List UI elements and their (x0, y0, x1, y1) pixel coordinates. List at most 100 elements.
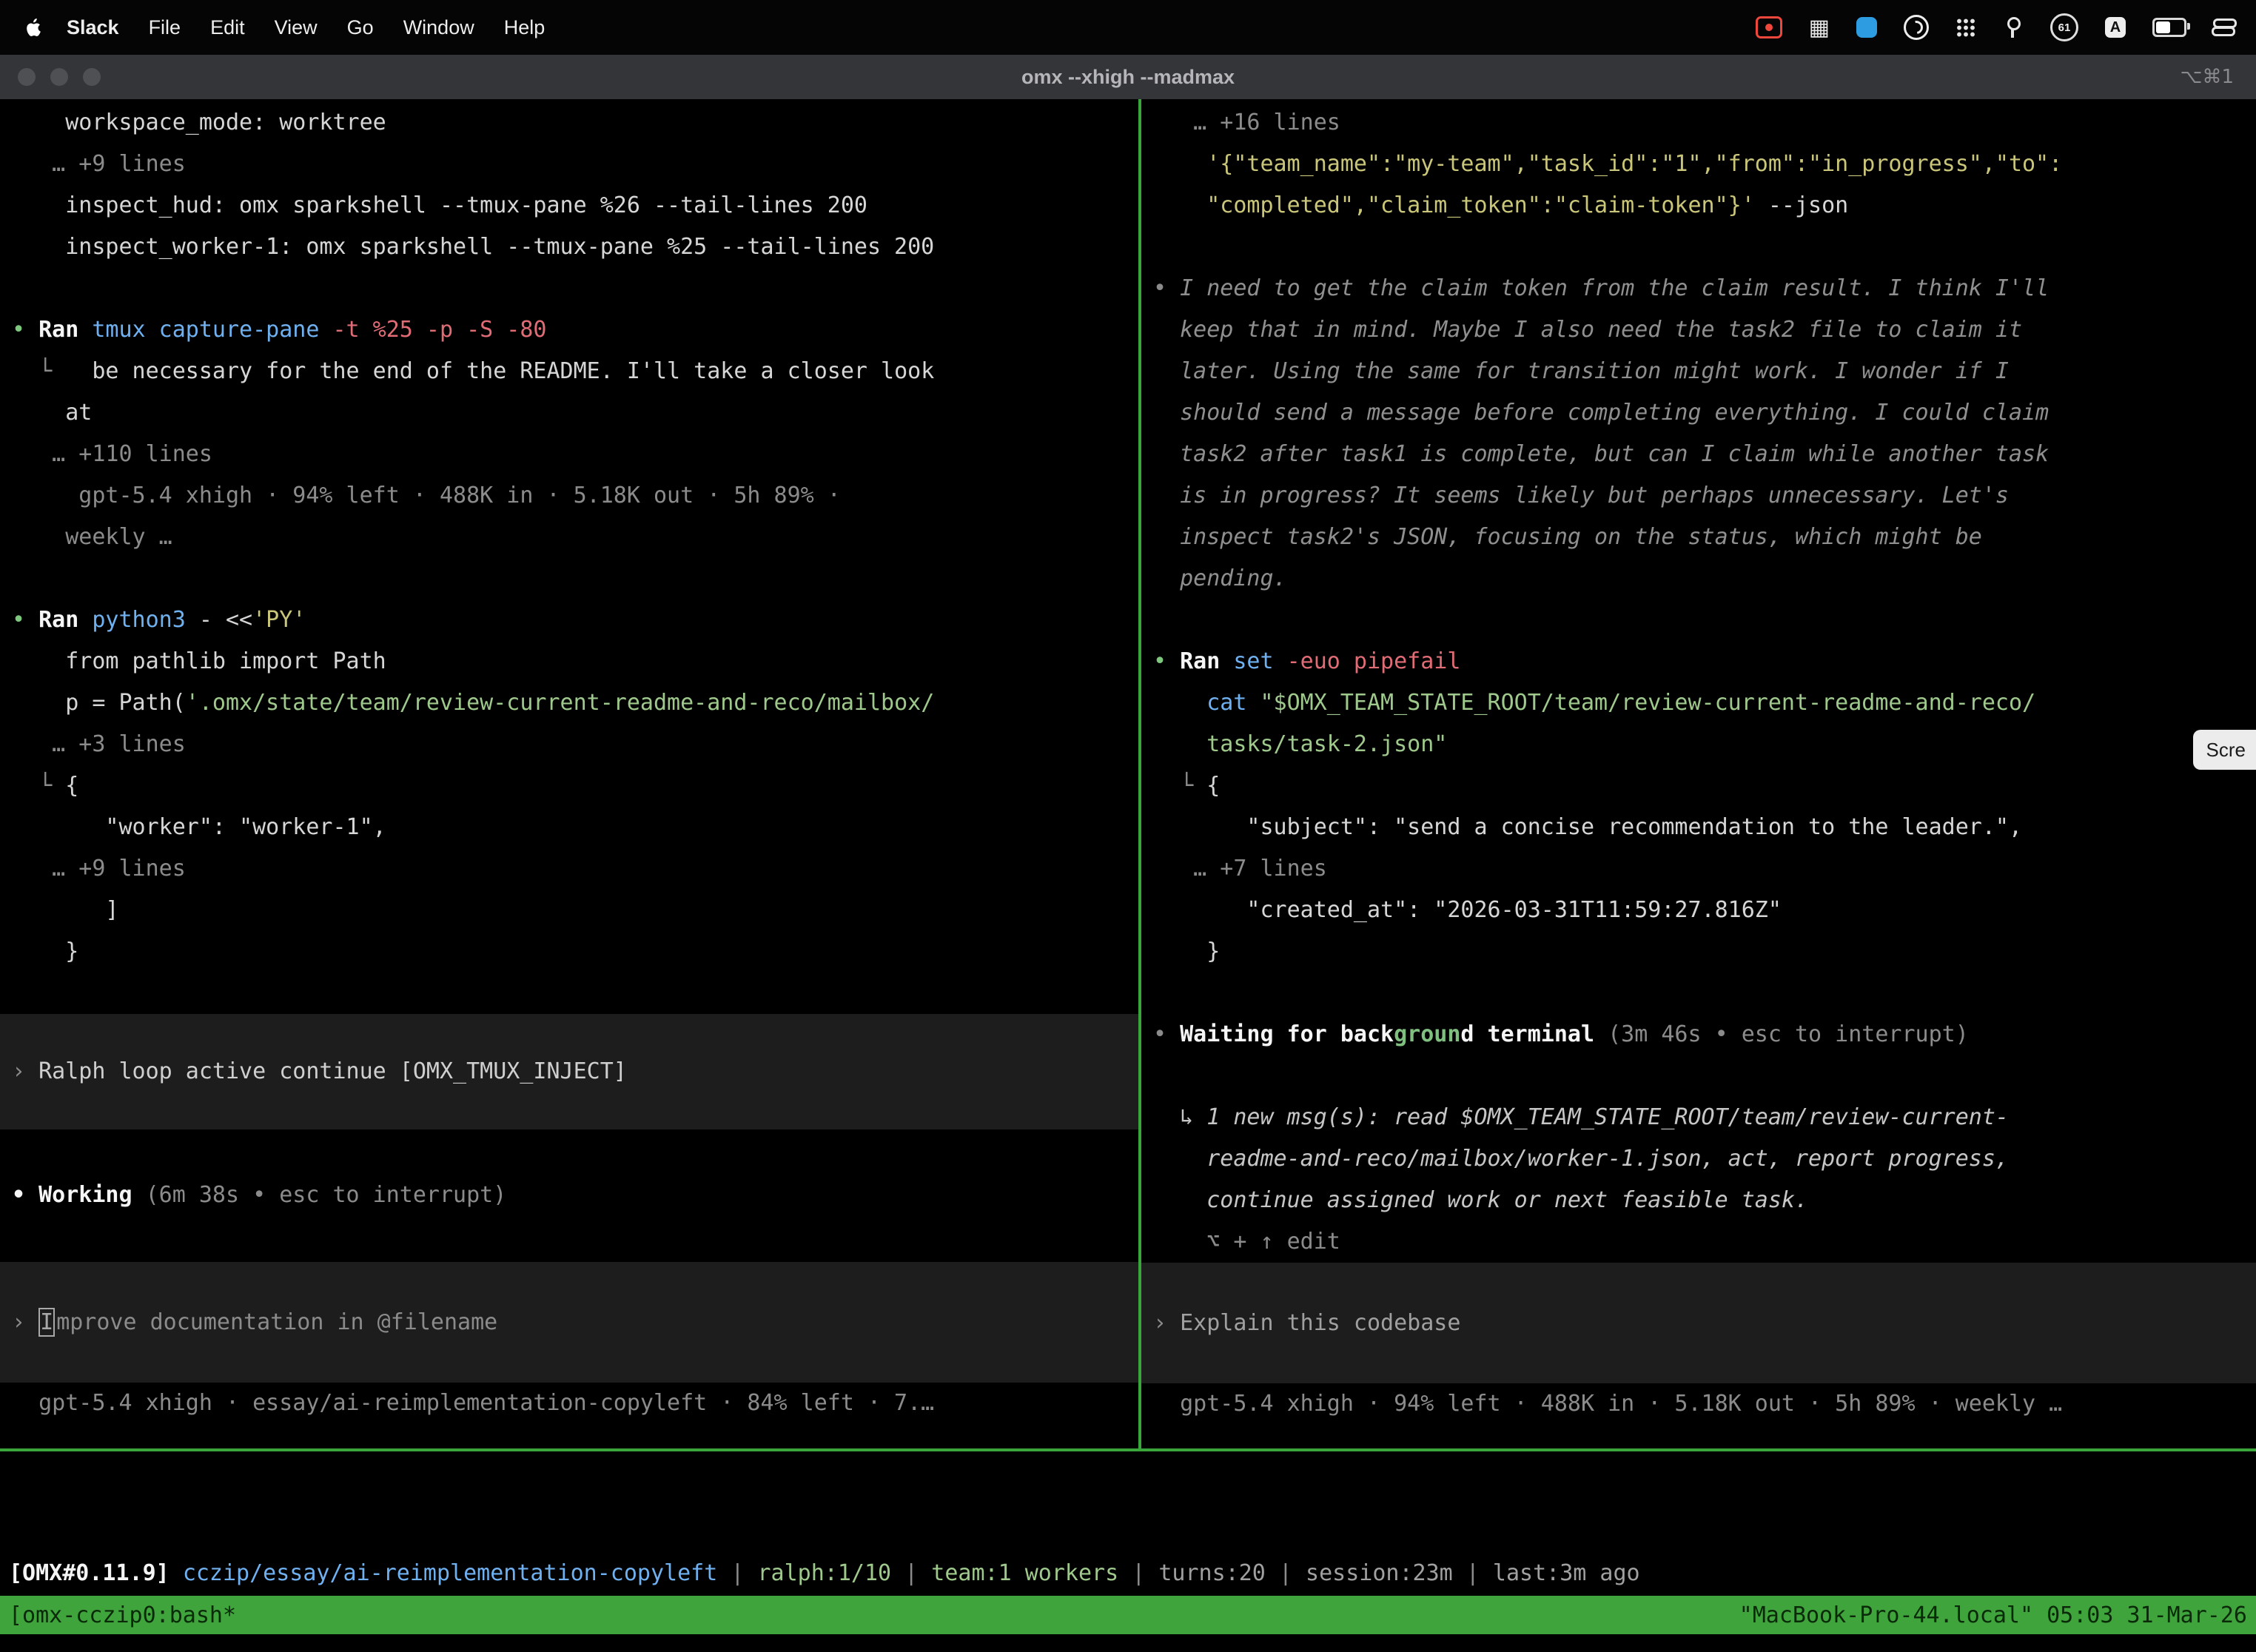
text-segment: { (65, 773, 78, 799)
text-segment: -euo pipefail (1287, 648, 1461, 674)
terminal-line: workspace_mode: worktree (12, 102, 1138, 144)
screen-record-icon[interactable] (1756, 16, 1782, 38)
swirl-app-icon[interactable] (1904, 15, 1929, 40)
minimize-button[interactable] (50, 68, 68, 86)
text-segment: weekly … (12, 524, 172, 550)
tmux-host-clock: "MacBook-Pro-44.local" 05:03 31-Mar-26 (1739, 1602, 2247, 1628)
text-segment: gpt-5.4 xhigh · essay/ai-reimplementatio… (12, 1390, 934, 1416)
text-segment: … +9 lines (12, 856, 186, 882)
text-segment: • (12, 317, 38, 343)
terminal-line: is in progress? It seems likely but perh… (1153, 475, 2256, 517)
tmux-session-label: [omx-cczip0:bash* (9, 1602, 236, 1628)
omx-status-pane[interactable]: [OMX#0.11.9] cczip/essay/ai-reimplementa… (0, 1451, 2256, 1596)
text-segment: ⌥ + ↑ edit (1153, 1229, 1340, 1255)
battery-icon[interactable] (2152, 18, 2186, 37)
dots-grid-icon[interactable] (1955, 18, 1976, 38)
terminal-line: should send a message before completing … (1153, 392, 2256, 434)
terminal-line: › Ralph loop active continue [OMX_TMUX_I… (12, 1051, 627, 1092)
close-button[interactable] (18, 68, 36, 86)
text-segment: … +110 lines (12, 441, 212, 467)
terminal-pane-left[interactable]: workspace_mode: worktree … +9 lines insp… (0, 99, 1138, 1448)
menu-item-view[interactable]: View (260, 16, 332, 39)
text-segment: --json (1768, 192, 1848, 218)
text-segment: later. Using the same for transition mig… (1153, 358, 2009, 384)
text-segment: inspect task2's JSON, focusing on the st… (1153, 524, 1982, 550)
terminal-line: at (12, 392, 1138, 434)
screen-share-overlay[interactable]: Scre (2193, 730, 2256, 770)
text-segment: python3 (92, 607, 185, 633)
terminal-line: "created_at": "2026-03-31T11:59:27.816Z" (1153, 890, 2256, 931)
terminal-line: readme-and-reco/mailbox/worker-1.json, a… (1153, 1138, 2256, 1180)
terminal-line: task2 after task1 is complete, but can I… (1153, 434, 2256, 475)
text-segment: { (1206, 773, 1220, 799)
terminal-line: } (12, 931, 1138, 973)
terminal-cursor: I (38, 1308, 55, 1337)
blue-app-icon[interactable] (1856, 17, 1877, 38)
terminal-line: later. Using the same for transition mig… (1153, 351, 2256, 392)
text-segment: mprove documentation in @filename (56, 1309, 497, 1335)
text-segment: "created_at": "2026-03-31T11:59:27.816Z" (1153, 897, 1782, 923)
menu-item-window[interactable]: Window (389, 16, 489, 39)
text-segment: workspace_mode: worktree (12, 110, 386, 135)
terminal-line: … +9 lines (12, 144, 1138, 185)
text-segment: Working (38, 1182, 146, 1208)
text-segment: (3m 46s • esc to interrupt) (1608, 1021, 1969, 1047)
tmux-status-bar: [omx-cczip0:bash* "MacBook-Pro-44.local"… (0, 1596, 2256, 1634)
menu-item-slack[interactable]: Slack (52, 16, 134, 39)
terminal-area: workspace_mode: worktree … +9 lines insp… (0, 99, 2256, 1448)
terminal-pane-right[interactable]: … +16 lines '{"team_name":"my-team","tas… (1141, 99, 2256, 1448)
control-center-icon[interactable] (2213, 19, 2235, 36)
text-segment: '{"team_name":"my-team","task_id":"1","f… (1153, 151, 2062, 177)
terminal-line: • Working (6m 38s • esc to interrupt) (12, 1175, 1138, 1216)
text-segment: (6m 38s • esc to interrupt) (146, 1182, 507, 1208)
window-grid-icon[interactable]: ▦ (1809, 14, 1830, 41)
menu-status-icons: ▦ 61 A (1756, 13, 2256, 41)
terminal-line (1153, 226, 2256, 268)
prompt-suggestion-band[interactable]: › Improve documentation in @filename (0, 1262, 1138, 1383)
text-segment (1153, 690, 1206, 716)
terminal-line: … +9 lines (12, 848, 1138, 890)
terminal-line: • Ran set -euo pipefail (1153, 641, 2256, 682)
text-segment: gpt-5.4 xhigh · 94% left · 488K in · 5.1… (1153, 1391, 2062, 1417)
terminal-line: • Waiting for background terminal (3m 46… (1153, 1014, 2256, 1055)
text-segment: | (717, 1560, 757, 1586)
terminal-line: p = Path('.omx/state/team/review-current… (12, 682, 1138, 724)
menu-item-edit[interactable]: Edit (195, 16, 260, 39)
prompt-suggestion-band[interactable]: › Ralph loop active continue [OMX_TMUX_I… (0, 1014, 1138, 1129)
terminal-line: • Ran tmux capture-pane -t %25 -p -S -80 (12, 309, 1138, 351)
text-segment: | (1118, 1560, 1158, 1586)
terminal-line: ] (12, 890, 1138, 931)
terminal-line: from pathlib import Path (12, 641, 1138, 682)
menu-item-help[interactable]: Help (489, 16, 560, 39)
key-icon[interactable] (2003, 16, 2024, 39)
text-segment: [OMX#0.11.9] (9, 1560, 169, 1586)
terminal-line: … +7 lines (1153, 848, 2256, 890)
text-segment (319, 317, 332, 343)
terminal-line: "subject": "send a concise recommendatio… (1153, 807, 2256, 848)
menu-item-file[interactable]: File (134, 16, 196, 39)
text-segment: at (12, 400, 92, 426)
apple-menu[interactable] (19, 16, 47, 38)
zoom-button[interactable] (83, 68, 101, 86)
text-segment: - << (186, 607, 252, 633)
menu-item-go[interactable]: Go (332, 16, 389, 39)
terminal-line: weekly … (12, 517, 1138, 558)
gap (12, 1216, 1138, 1262)
screen-share-overlay-label: Scre (2206, 739, 2246, 762)
text-segment: Ralph loop active continue [OMX_TMUX_INJ… (38, 1058, 627, 1084)
text-segment: I need to get the claim token from the c… (1180, 275, 2049, 301)
text-segment: • (1153, 648, 1180, 674)
terminal-line: └ be necessary for the end of the README… (12, 351, 1138, 392)
text-segment: groun (1394, 1021, 1460, 1047)
input-source-icon[interactable]: A (2105, 17, 2126, 38)
text-segment (1594, 1021, 1608, 1047)
text-segment: "subject": "send a concise recommendatio… (1153, 814, 2022, 840)
text-segment: 'PY' (252, 607, 306, 633)
terminal-line: ↳ 1 new msg(s): read $OMX_TEAM_STATE_ROO… (1153, 1097, 2256, 1138)
text-segment: Explain this codebase (1180, 1310, 1460, 1336)
battery-percent-badge[interactable]: 61 (2050, 13, 2078, 41)
text-segment: "$OMX_TEAM_STATE_ROOT/team/review-curren… (1260, 690, 2036, 716)
prompt-suggestion-band[interactable]: › Explain this codebase (1141, 1263, 2256, 1383)
text-segment: … +7 lines (1153, 856, 1327, 882)
text-segment: session:23m (1306, 1560, 1453, 1586)
